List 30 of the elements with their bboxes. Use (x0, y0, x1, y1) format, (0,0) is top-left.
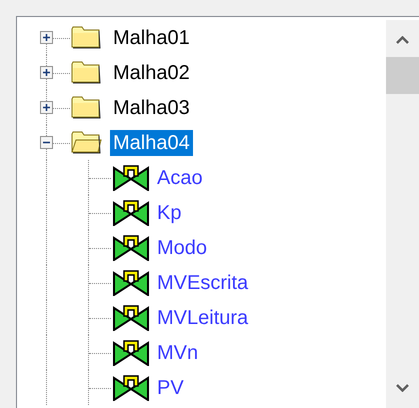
scroll-up-icon[interactable] (396, 36, 409, 44)
tree-item[interactable]: MVLeitura (154, 304, 252, 330)
valve-icon (112, 304, 150, 331)
tree-item[interactable]: Malha04 (110, 130, 193, 156)
expand-toggle[interactable] (40, 31, 53, 44)
tree-item[interactable]: Malha02 (110, 60, 193, 86)
scrollbar-thumb[interactable] (386, 57, 419, 94)
scroll-down-icon[interactable] (396, 384, 409, 392)
valve-icon (112, 164, 150, 191)
tree-item[interactable]: Kp (154, 200, 184, 226)
tree-item[interactable]: MVn (154, 340, 202, 366)
tree-item[interactable]: MVEscrita (154, 270, 252, 296)
scrollbar[interactable] (386, 20, 419, 408)
expand-toggle[interactable] (40, 101, 53, 114)
collapse-toggle[interactable] (40, 136, 53, 149)
folder-icon (70, 60, 102, 85)
tree-item[interactable]: PV (154, 374, 187, 400)
valve-icon (112, 269, 150, 296)
folder-icon (70, 95, 102, 120)
tree-item[interactable]: Acao (154, 164, 206, 190)
valve-icon (112, 374, 150, 401)
tree-item[interactable]: Malha01 (110, 24, 193, 50)
valve-icon (112, 339, 150, 366)
valve-icon (112, 199, 150, 226)
tree-item[interactable]: Malha03 (110, 94, 193, 120)
folder-icon (70, 25, 102, 50)
tree-item[interactable]: Modo (154, 234, 210, 260)
folder-icon (70, 130, 102, 155)
valve-icon (112, 234, 150, 261)
expand-toggle[interactable] (40, 66, 53, 79)
